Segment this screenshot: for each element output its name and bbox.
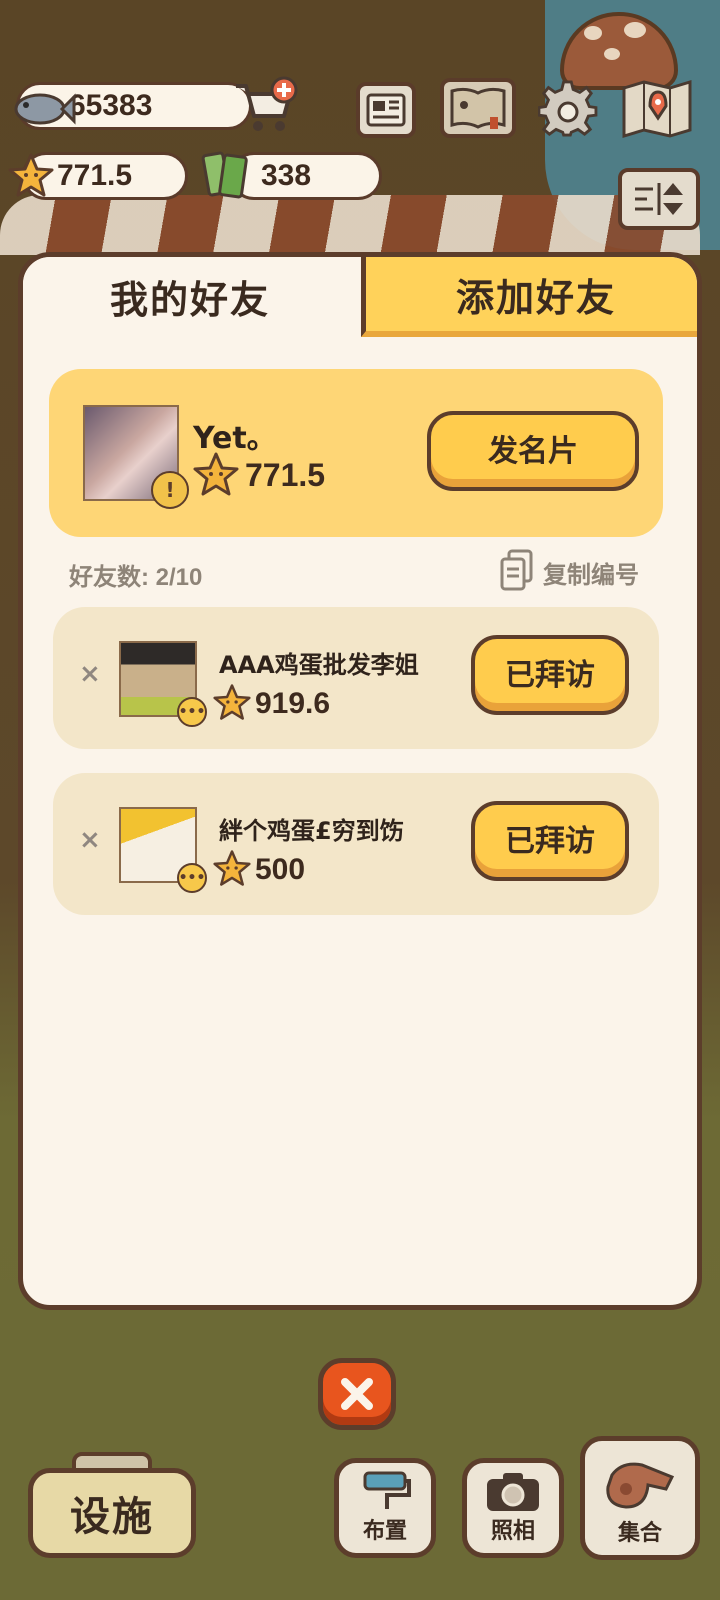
toggle-layout-button[interactable] bbox=[618, 168, 700, 230]
fish-count: 65383 bbox=[69, 89, 153, 122]
settings-gear-button[interactable] bbox=[536, 78, 600, 142]
friend-star-icon bbox=[213, 850, 251, 886]
gear-icon bbox=[538, 80, 598, 137]
star-icon bbox=[8, 152, 54, 198]
clipboard-clip-icon bbox=[72, 1452, 152, 1472]
tab-add-friends[interactable]: 添加好友 bbox=[361, 257, 697, 337]
camera-button[interactable]: 照相 bbox=[462, 1458, 564, 1558]
tab-add-friends-label: 添加好友 bbox=[455, 277, 616, 320]
friend-score: 500 bbox=[255, 853, 306, 886]
send-card-button[interactable]: 发名片 bbox=[427, 411, 639, 491]
camera-icon bbox=[487, 1473, 539, 1511]
friend-name: AAA鸡蛋批发李姐 bbox=[219, 651, 419, 679]
my-score: 771.5 bbox=[245, 457, 326, 493]
friend-name: 絆个鸡蛋£穷到饬 bbox=[219, 817, 404, 845]
arrange-label: 布置 bbox=[362, 1518, 407, 1543]
ticket-pill: 338 bbox=[230, 152, 382, 200]
close-icon bbox=[341, 1378, 373, 1410]
map-icon bbox=[622, 79, 692, 139]
friend-score: 919.6 bbox=[255, 687, 331, 720]
alert-badge-icon: ! bbox=[151, 471, 189, 509]
ticket-icon bbox=[200, 148, 252, 202]
gather-label: 集合 bbox=[617, 1520, 662, 1545]
remove-friend-button[interactable]: × bbox=[79, 659, 101, 689]
friend-row: × ••• AAA鸡蛋批发李姐 919.6 已拜访 bbox=[53, 607, 659, 749]
visited-button[interactable]: 已拜访 bbox=[471, 801, 629, 881]
facility-label: 设施 bbox=[70, 1495, 154, 1539]
friends-panel: 我的好友 添加好友 ! Yet。 771.5 发名片 好友数: 2/10 复制编… bbox=[18, 252, 702, 1310]
gather-button[interactable]: 集合 bbox=[580, 1436, 700, 1560]
camera-label: 照相 bbox=[490, 1518, 535, 1543]
ticket-count: 338 bbox=[261, 159, 312, 192]
my-profile-card: ! Yet。 771.5 发名片 bbox=[49, 369, 663, 537]
more-options-icon[interactable]: ••• bbox=[177, 863, 207, 893]
my-star-icon bbox=[193, 452, 239, 496]
background-awning bbox=[0, 195, 700, 255]
facility-button[interactable]: 设施 bbox=[28, 1468, 196, 1558]
sort-arrows-icon bbox=[635, 183, 683, 215]
copy-id-link[interactable]: 复制编号 bbox=[543, 555, 639, 590]
close-button[interactable] bbox=[318, 1358, 396, 1430]
copy-icon[interactable] bbox=[499, 549, 535, 593]
arrange-button[interactable]: 布置 bbox=[334, 1458, 436, 1558]
album-button[interactable] bbox=[440, 78, 516, 138]
tab-my-friends-label: 我的好友 bbox=[109, 279, 270, 322]
tab-my-friends[interactable]: 我的好友 bbox=[23, 257, 357, 335]
map-button[interactable] bbox=[618, 76, 696, 142]
friend-row: × ••• 絆个鸡蛋£穷到饬 500 已拜访 bbox=[53, 773, 659, 915]
whistle-icon bbox=[606, 1462, 675, 1509]
newspaper-icon bbox=[366, 93, 406, 127]
fish-icon bbox=[12, 84, 76, 134]
star-score: 771.5 bbox=[57, 159, 133, 192]
friend-count: 好友数: 2/10 bbox=[69, 564, 203, 591]
friend-star-icon bbox=[213, 684, 251, 720]
more-options-icon[interactable]: ••• bbox=[177, 697, 207, 727]
shop-cart-add-icon[interactable] bbox=[232, 76, 300, 138]
visited-button[interactable]: 已拜访 bbox=[471, 635, 629, 715]
remove-friend-button[interactable]: × bbox=[79, 825, 101, 855]
newspaper-button[interactable] bbox=[356, 82, 416, 138]
paint-roller-icon bbox=[363, 1471, 411, 1509]
paw-book-icon bbox=[450, 87, 506, 129]
